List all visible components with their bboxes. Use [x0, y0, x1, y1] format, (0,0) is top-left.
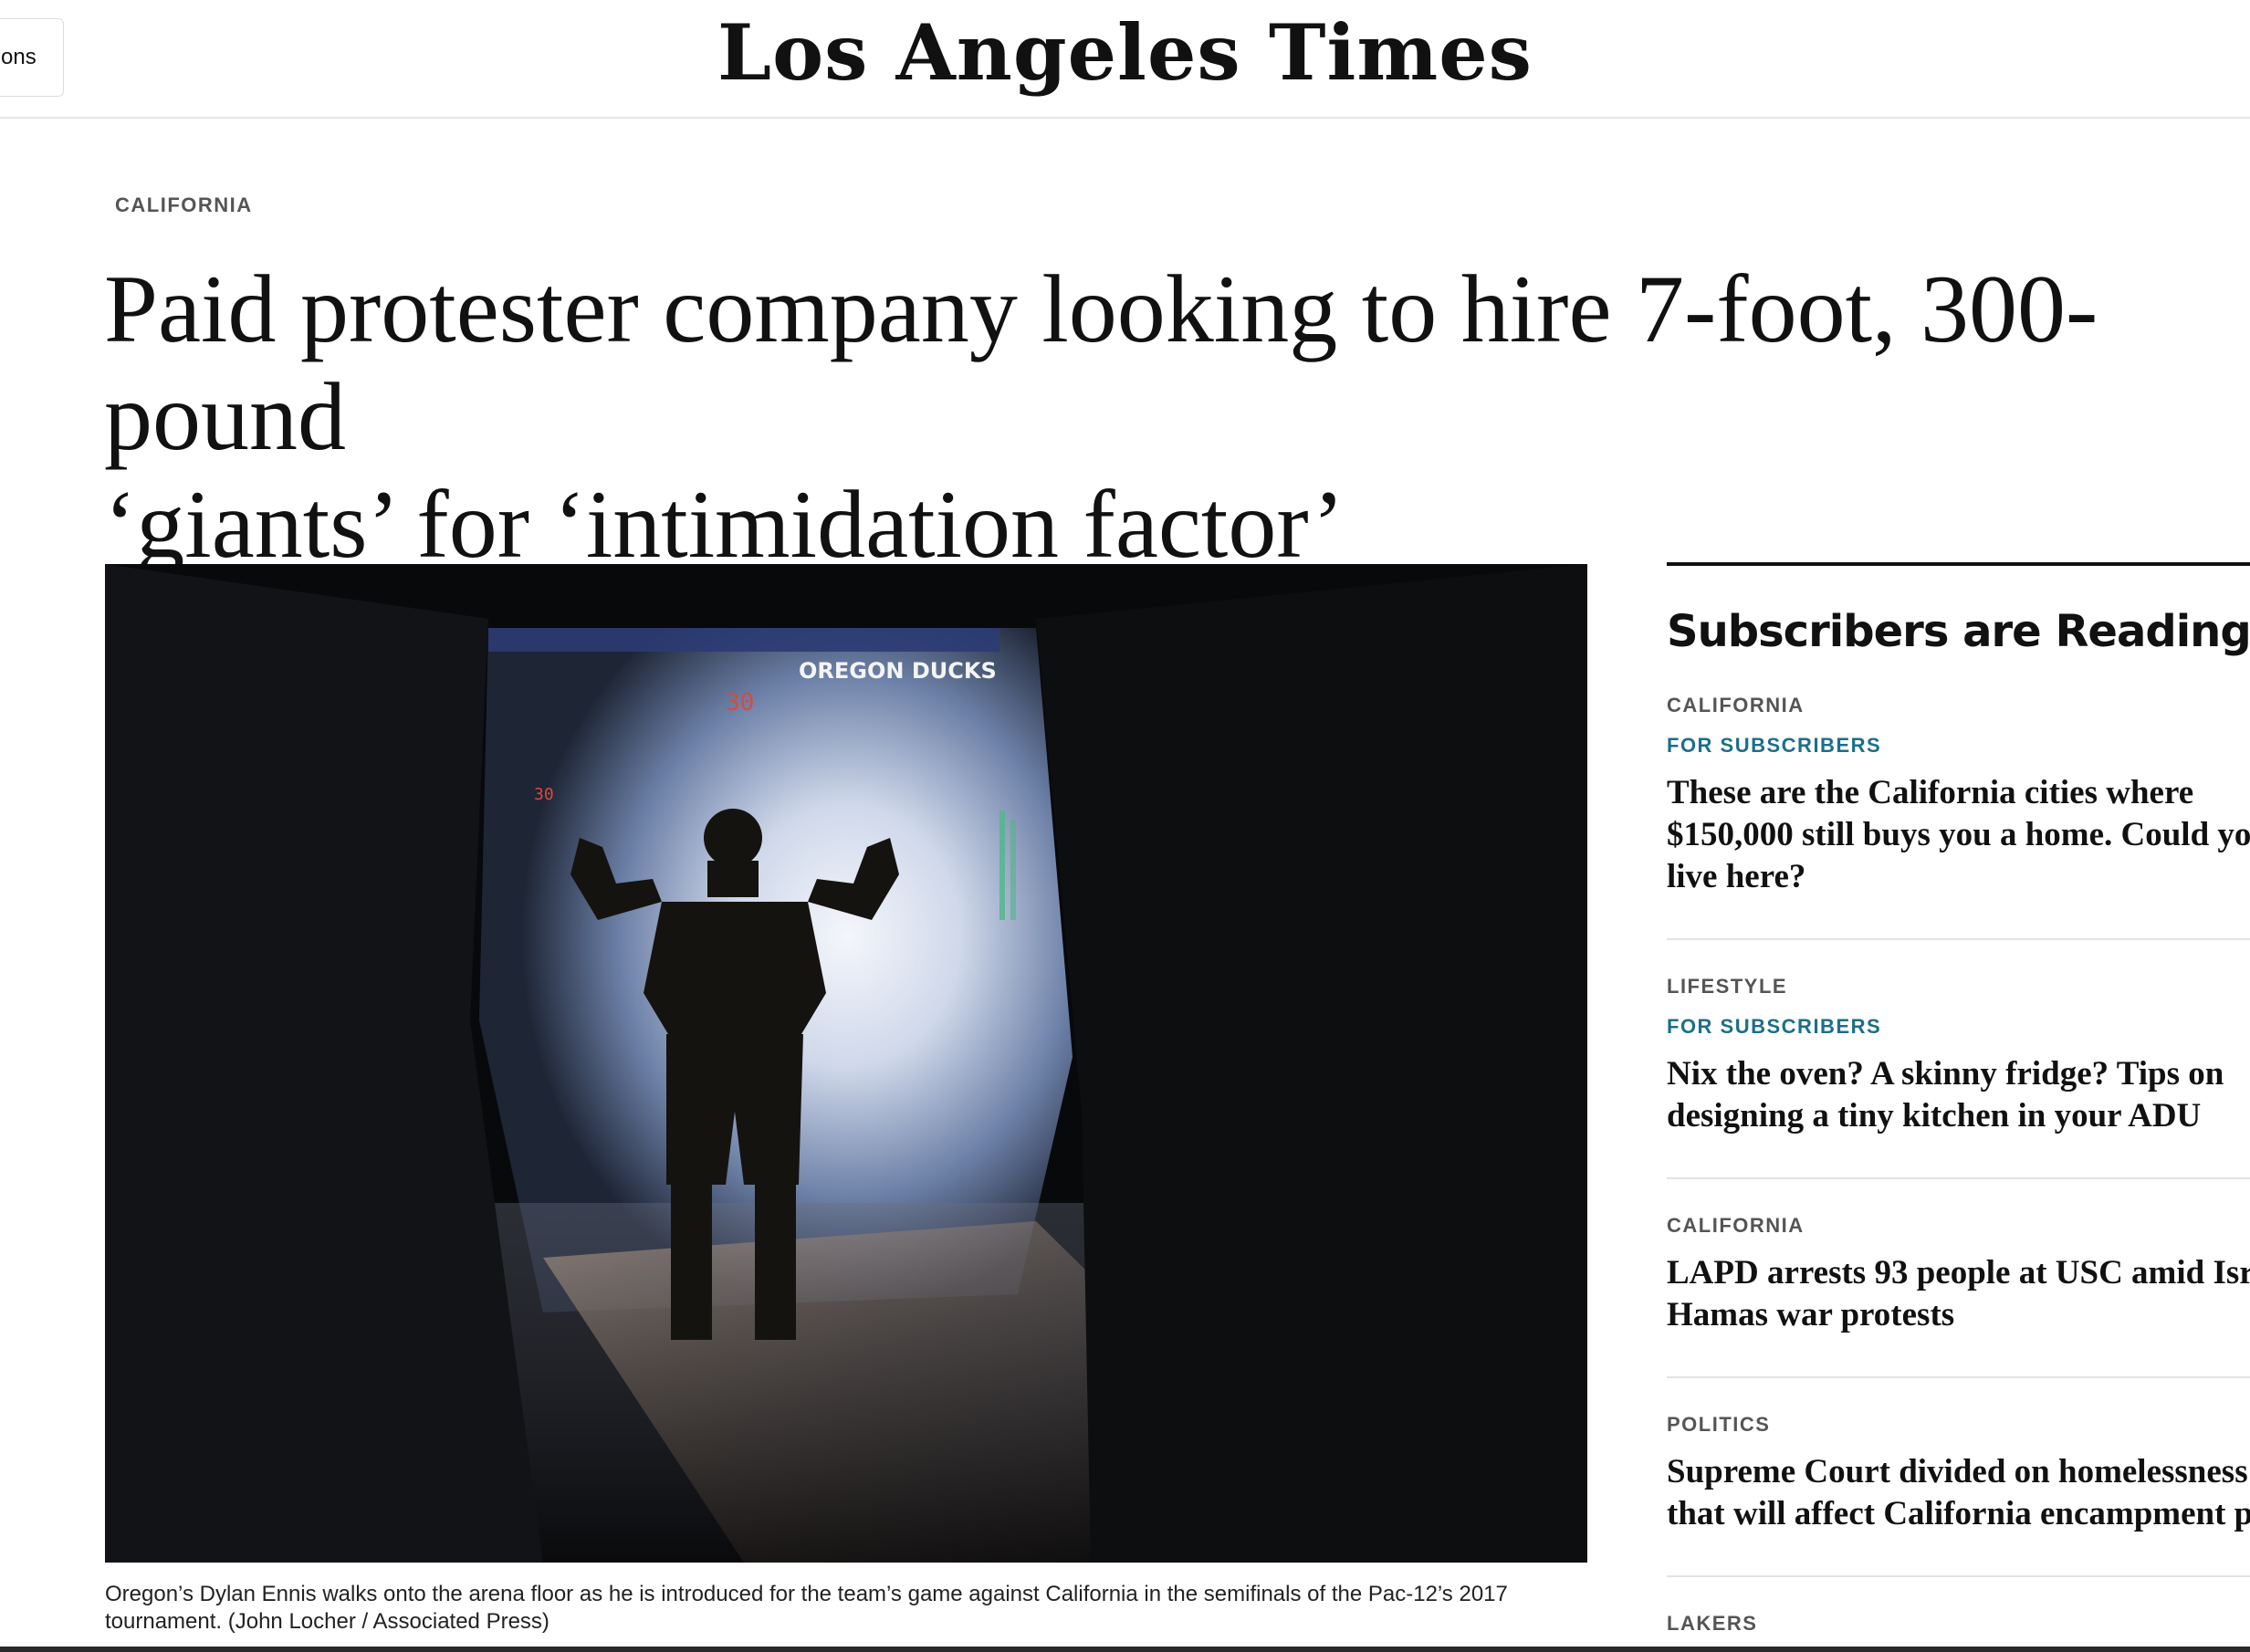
- story-title-line-3: live here?: [1667, 858, 1806, 895]
- story-title-line-2: designing a tiny kitchen in your ADU: [1667, 1097, 2202, 1134]
- shot-clock-1: 30: [726, 689, 754, 716]
- story-title[interactable]: LAPD arrests 93 people at USC amid Israe…: [1667, 1252, 2250, 1336]
- subscribers-reading-sidebar: Subscribers are Reading › CALIFORNIA FOR…: [1667, 562, 2250, 1648]
- article-headline: Paid protester company looking to hire 7…: [104, 256, 2222, 579]
- sidebar-title[interactable]: Subscribers are Reading ›: [1667, 604, 2250, 659]
- headline-line-2: ‘giants’ for ‘intimidation factor’: [104, 471, 1345, 578]
- sidebar-title-text: Subscribers are Reading: [1667, 606, 2250, 657]
- story-title-line-2: that will affect California encampment p…: [1667, 1495, 2250, 1532]
- photo-caption: Oregon’s Dylan Ennis walks onto the aren…: [105, 1582, 1508, 1634]
- story-title-line-2: Hamas war protests: [1667, 1296, 1955, 1333]
- shot-clock-2: 30: [534, 785, 554, 804]
- sidebar-story[interactable]: CALIFORNIA FOR SUBSCRIBERS These are the…: [1667, 659, 2250, 940]
- story-category[interactable]: LAKERS: [1667, 1612, 2250, 1636]
- browser-bottom-edge: [0, 1647, 2250, 1652]
- story-title-line-1: These are the California cities where: [1667, 774, 2194, 811]
- sidebar-story[interactable]: LAKERS: [1667, 1577, 2250, 1648]
- sidebar-story[interactable]: LIFESTYLE FOR SUBSCRIBERS Nix the oven? …: [1667, 940, 2250, 1179]
- story-category[interactable]: POLITICS: [1667, 1413, 2250, 1437]
- story-title[interactable]: These are the California cities where $1…: [1667, 772, 2250, 898]
- story-category[interactable]: LIFESTYLE: [1667, 975, 2250, 999]
- story-category[interactable]: CALIFORNIA: [1667, 1214, 2250, 1238]
- subscriber-badge: FOR SUBSCRIBERS: [1667, 734, 1882, 757]
- hero-photo: OREGON DUCKS 30 30: [105, 564, 1587, 1563]
- sidebar-story[interactable]: CALIFORNIA LAPD arrests 93 people at USC…: [1667, 1179, 2250, 1378]
- site-logo[interactable]: Los Angeles Times: [0, 7, 2250, 98]
- story-title-line-2: $150,000 still buys you a home. Could yo…: [1667, 816, 2250, 853]
- story-title-line-1: Nix the oven? A skinny fridge? Tips on: [1667, 1055, 2224, 1093]
- masthead: ons Los Angeles Times: [0, 0, 2250, 119]
- story-title[interactable]: Nix the oven? A skinny fridge? Tips on d…: [1667, 1053, 2250, 1137]
- headline-line-1: Paid protester company looking to hire 7…: [104, 256, 2098, 470]
- subscriber-badge: FOR SUBSCRIBERS: [1667, 1015, 1882, 1038]
- story-title-line-1: LAPD arrests 93 people at USC amid Israe…: [1667, 1254, 2250, 1291]
- scoreboard-text: OREGON DUCKS: [799, 658, 997, 684]
- story-category[interactable]: CALIFORNIA: [1667, 694, 2250, 717]
- sidebar-story[interactable]: POLITICS Supreme Court divided on homele…: [1667, 1378, 2250, 1577]
- article-section-label[interactable]: CALIFORNIA: [115, 193, 253, 217]
- story-title-line-1: Supreme Court divided on homelessness c: [1667, 1453, 2250, 1490]
- story-title[interactable]: Supreme Court divided on homelessness c …: [1667, 1451, 2250, 1535]
